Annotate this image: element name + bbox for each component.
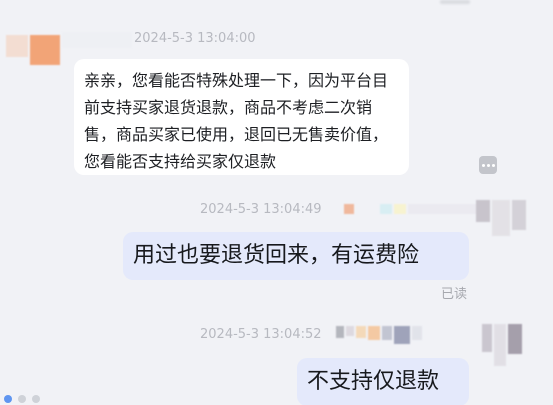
message-timestamp: 2024-5-3 13:04:00 [134,31,256,46]
outgoing-message-bubble[interactable]: 用过也要退货回来，有运费险 [123,232,469,280]
own-name-blurred [336,326,422,344]
own-avatar-blurred [476,200,526,236]
read-status: 已读 [441,287,468,302]
typing-indicator-icon [4,395,40,403]
sender-avatar-blurred [6,35,60,65]
blurred-header-fragment [440,0,470,4]
incoming-message-text: 亲亲，您看能否特殊处理一下，因为平台目前支持买家退货退款，商品不考虑二次销售，商… [84,71,389,171]
chat-window: 2024-5-3 13:04:00 亲亲，您看能否特殊处理一下，因为平台目前支持… [0,0,553,405]
message-timestamp: 2024-5-3 13:04:52 [200,327,322,342]
more-options-icon[interactable] [479,156,497,174]
outgoing-message-text: 用过也要退货回来，有运费险 [133,243,420,268]
message-timestamp: 2024-5-3 13:04:49 [200,202,322,217]
incoming-message-bubble[interactable]: 亲亲，您看能否特殊处理一下，因为平台目前支持买家退货退款，商品不考虑二次销售，商… [74,59,409,175]
sender-name-blurred [62,32,132,48]
outgoing-message-bubble[interactable]: 不支持仅退款 [297,358,469,405]
outgoing-message-text: 不支持仅退款 [307,369,440,394]
own-avatar-blurred [482,324,522,366]
own-name-blurred [344,204,478,214]
